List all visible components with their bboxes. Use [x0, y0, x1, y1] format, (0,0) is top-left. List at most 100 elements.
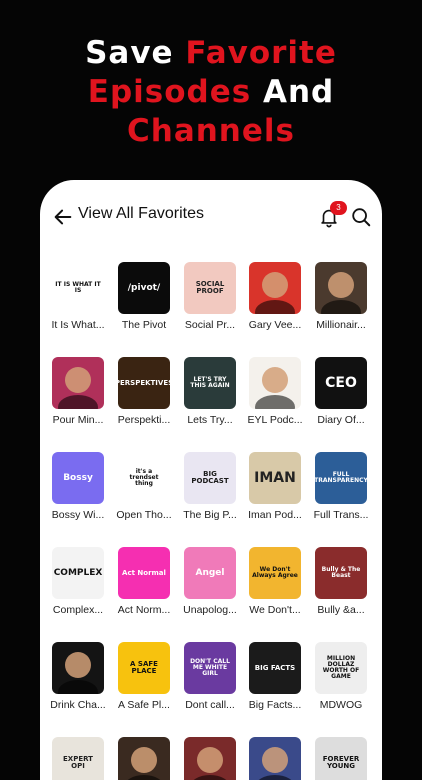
- host-body: [124, 775, 164, 780]
- podcast-artwork[interactable]: CEO: [315, 357, 367, 409]
- podcast-artwork[interactable]: Bully & The Beast: [315, 547, 367, 599]
- host-body: [321, 300, 361, 314]
- podcast-artwork[interactable]: [315, 262, 367, 314]
- favorite-item[interactable]: FULL TRANSPARENCY Full Trans...: [310, 452, 372, 521]
- favorite-item-label: Pour Min...: [52, 414, 104, 426]
- artwork-text: FULL TRANSPARENCY: [315, 471, 367, 484]
- favorite-item[interactable]: Bossy Bossy Wi...: [47, 452, 109, 521]
- favorite-item-label: The Big P...: [183, 509, 237, 521]
- host-body: [58, 680, 98, 694]
- podcast-artwork[interactable]: Act Normal: [118, 547, 170, 599]
- podcast-artwork[interactable]: BIG PODCAST: [184, 452, 236, 504]
- podcast-artwork[interactable]: FOREVER YOUNG: [315, 737, 367, 780]
- notification-count-badge: 3: [330, 201, 347, 215]
- favorite-item[interactable]: Pour Min...: [47, 357, 109, 426]
- podcast-artwork[interactable]: DON'T CALL ME WHITE GIRL: [184, 642, 236, 694]
- headline-line1-white: Save: [85, 35, 186, 71]
- host-body: [255, 395, 295, 409]
- artwork-text: COMPLEX: [53, 567, 103, 578]
- favorite-item[interactable]: LET'S TRY THIS AGAIN Lets Try...: [179, 357, 241, 426]
- podcast-artwork[interactable]: COMPLEX: [52, 547, 104, 599]
- favorite-item-label: EYL Podc...: [247, 414, 303, 426]
- favorite-item[interactable]: CEO Diary Of...: [310, 357, 372, 426]
- favorite-item[interactable]: EXPERT OPI: [47, 737, 109, 780]
- favorite-item[interactable]: PERSPEKTIVES Perspekti...: [113, 357, 175, 426]
- favorite-item-label: The Pivot: [121, 319, 167, 331]
- headline-line2-red: Episodes: [87, 74, 252, 110]
- favorite-item[interactable]: IT IS WHAT IT IS It Is What...: [47, 262, 109, 331]
- artwork-text: Bossy: [63, 472, 93, 483]
- favorite-item[interactable]: We Don't Always Agree We Don't...: [244, 547, 306, 616]
- podcast-artwork[interactable]: Angel: [184, 547, 236, 599]
- podcast-artwork[interactable]: Bossy: [52, 452, 104, 504]
- search-icon[interactable]: [350, 206, 372, 228]
- favorite-item[interactable]: BIG PODCAST The Big P...: [179, 452, 241, 521]
- podcast-artwork[interactable]: FULL TRANSPARENCY: [315, 452, 367, 504]
- favorite-item[interactable]: Millionair...: [310, 262, 372, 331]
- favorite-item[interactable]: EYL Podc...: [244, 357, 306, 426]
- podcast-artwork[interactable]: BIG FACTS: [249, 642, 301, 694]
- favorite-item[interactable]: FOREVER YOUNG: [310, 737, 372, 780]
- artwork-text: IT IS WHAT IT IS: [55, 281, 101, 294]
- artwork-text: FOREVER YOUNG: [322, 755, 360, 770]
- favorite-item-label: Unapolog...: [183, 604, 237, 616]
- favorite-item-label: Dont call...: [185, 699, 235, 711]
- podcast-artwork[interactable]: /pivot/: [118, 262, 170, 314]
- podcast-artwork[interactable]: [52, 357, 104, 409]
- headline-line1-red: Favorite: [185, 35, 337, 71]
- podcast-artwork[interactable]: PERSPEKTIVES: [118, 357, 170, 409]
- podcast-artwork[interactable]: IT IS WHAT IT IS: [52, 262, 104, 314]
- podcast-artwork[interactable]: A SAFE PLACE: [118, 642, 170, 694]
- podcast-artwork[interactable]: EXPERT OPI: [52, 737, 104, 780]
- artwork-text: BIG PODCAST: [191, 470, 229, 485]
- podcast-artwork[interactable]: [118, 737, 170, 780]
- podcast-artwork[interactable]: [249, 357, 301, 409]
- favorite-item[interactable]: Angel Unapolog...: [179, 547, 241, 616]
- favorite-item[interactable]: [244, 737, 306, 780]
- favorite-item-label: Act Norm...: [117, 604, 171, 616]
- artwork-text: A SAFE PLACE: [130, 660, 158, 675]
- headline-line3-red: Channels: [127, 113, 295, 149]
- favorite-item[interactable]: Drink Cha...: [47, 642, 109, 711]
- favorite-item[interactable]: [179, 737, 241, 780]
- favorite-item[interactable]: Gary Vee...: [244, 262, 306, 331]
- host-photo: [131, 747, 157, 773]
- favorite-item[interactable]: /pivot/The Pivot: [113, 262, 175, 331]
- host-photo: [65, 652, 91, 678]
- favorite-item[interactable]: A SAFE PLACE A Safe Pl...: [113, 642, 175, 711]
- favorite-item[interactable]: Act Normal Act Norm...: [113, 547, 175, 616]
- artwork-text: CEO: [325, 375, 357, 391]
- podcast-artwork[interactable]: it's a trendset thing: [118, 452, 170, 504]
- podcast-artwork[interactable]: IMAN: [249, 452, 301, 504]
- favorite-item[interactable]: MILLION DOLLAZ WORTH OF GAME MDWOG: [310, 642, 372, 711]
- podcast-artwork[interactable]: SOCIAL PROOF: [184, 262, 236, 314]
- favorite-item[interactable]: SOCIAL PROOF Social Pr...: [179, 262, 241, 331]
- podcast-artwork[interactable]: [249, 737, 301, 780]
- favorite-item[interactable]: DON'T CALL ME WHITE GIRL Dont call...: [179, 642, 241, 711]
- artwork-text: Bully & The Beast: [321, 566, 361, 579]
- podcast-artwork[interactable]: [249, 262, 301, 314]
- favorite-item[interactable]: it's a trendset thing Open Tho...: [113, 452, 175, 521]
- favorite-item[interactable]: Bully & The Beast Bully &a...: [310, 547, 372, 616]
- podcast-artwork[interactable]: [52, 642, 104, 694]
- podcast-artwork[interactable]: We Don't Always Agree: [249, 547, 301, 599]
- favorite-item[interactable]: BIG FACTS Big Facts...: [244, 642, 306, 711]
- podcast-artwork[interactable]: LET'S TRY THIS AGAIN: [184, 357, 236, 409]
- podcast-artwork[interactable]: MILLION DOLLAZ WORTH OF GAME: [315, 642, 367, 694]
- favorite-item[interactable]: COMPLEX Complex...: [47, 547, 109, 616]
- favorite-item-label: Big Facts...: [248, 699, 302, 711]
- artwork-text: /pivot/: [127, 282, 161, 293]
- favorite-item-label: MDWOG: [319, 699, 363, 711]
- host-photo: [262, 747, 288, 773]
- artwork-text: MILLION DOLLAZ WORTH OF GAME: [322, 655, 360, 680]
- artwork-text: BIG FACTS: [254, 663, 296, 672]
- favorite-item[interactable]: [113, 737, 175, 780]
- page-title: View All Favorites: [78, 205, 204, 222]
- favorite-item-label: Bully &a...: [317, 604, 365, 616]
- back-arrow-icon[interactable]: [52, 206, 74, 228]
- favorite-item-label: It Is What...: [51, 319, 105, 331]
- favorite-item[interactable]: IMAN Iman Pod...: [244, 452, 306, 521]
- favorite-item-label: A Safe Pl...: [118, 699, 170, 711]
- podcast-artwork[interactable]: [184, 737, 236, 780]
- artwork-text: it's a trendset thing: [129, 468, 159, 487]
